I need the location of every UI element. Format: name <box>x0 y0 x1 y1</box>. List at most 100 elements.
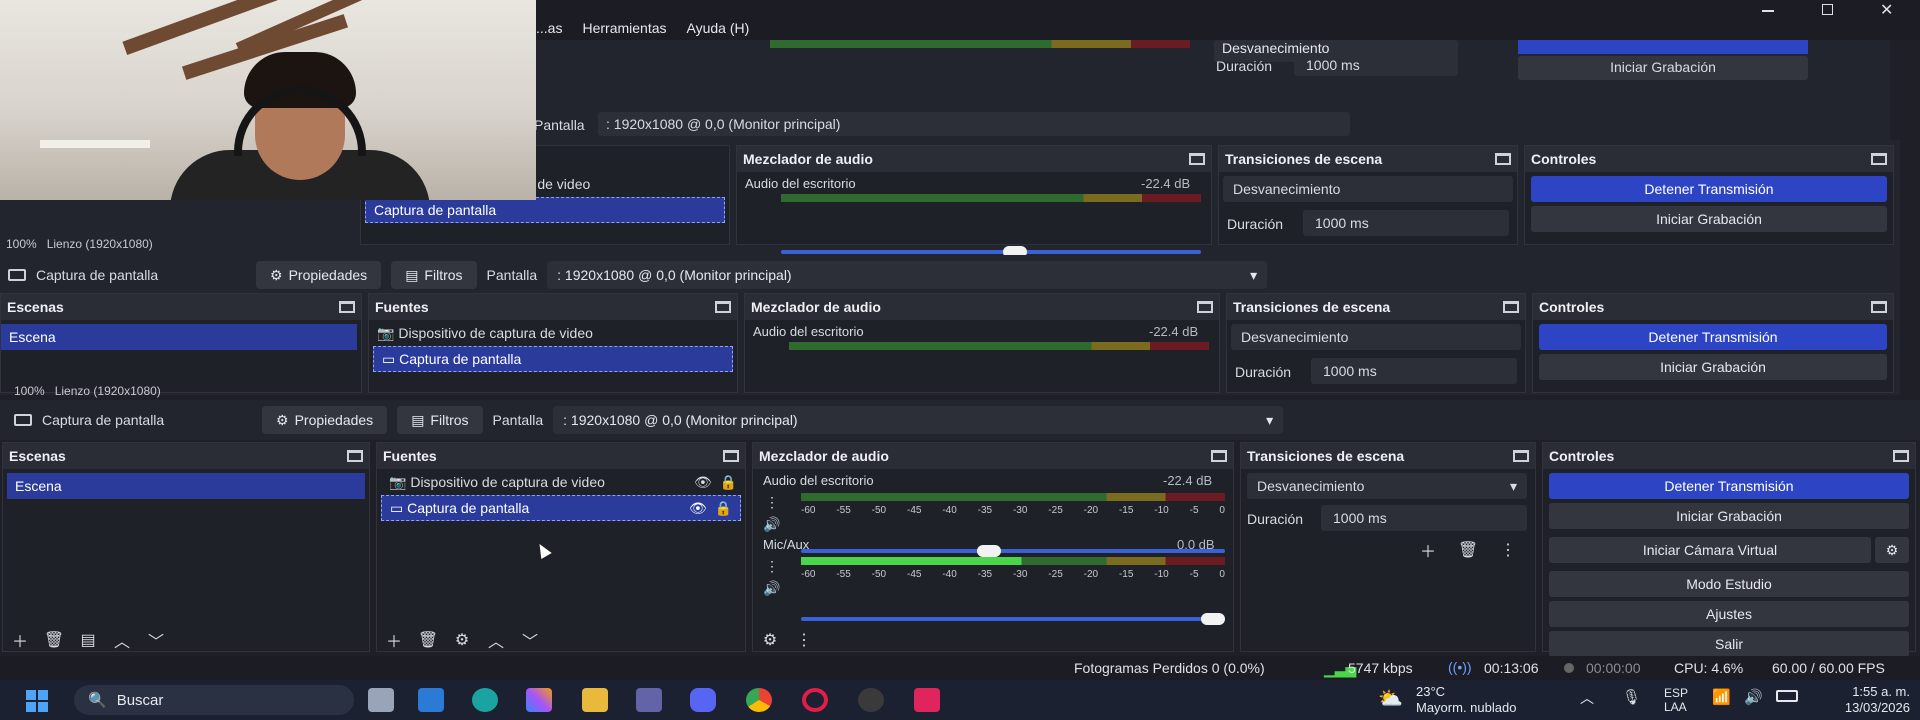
scale-desktop: -60 -55 -50 -45 -40 -35 -30 -25 -20 -15 -10 -5 0 <box>801 505 1225 516</box>
duration-spinbox[interactable]: 1000 ms <box>1321 505 1527 531</box>
start-icon[interactable] <box>26 690 48 712</box>
add-icon[interactable]: ＋ <box>383 629 405 651</box>
speaker-icon[interactable]: 🔊 <box>761 513 783 535</box>
eye-icon[interactable]: 👁 <box>689 500 707 516</box>
advanced-audio-gear-icon[interactable]: ⚙ <box>759 629 781 651</box>
float-icon <box>1189 153 1205 165</box>
transitions-dock-l2: Transiciones de escena Desvanecimiento D… <box>1218 145 1518 245</box>
chevron-up-icon[interactable]: ︿ <box>485 629 507 651</box>
clock-date[interactable]: 13/03/2026 <box>1840 700 1910 715</box>
scale-tick-label: -45 <box>906 505 922 516</box>
meter-desktop <box>801 493 1225 501</box>
scale-tick-label: -20 <box>1083 569 1099 580</box>
sources-dock-l3: Fuentes 📷 Dispositivo de captura de vide… <box>368 293 738 393</box>
chevron-down-icon[interactable]: ﹀ <box>145 629 167 651</box>
taskbar-search[interactable]: 🔍 Buscar <box>74 685 354 715</box>
chevron-down-icon[interactable]: ﹀ <box>519 629 541 651</box>
float-icon[interactable] <box>1211 450 1227 462</box>
start-virtual-cam-button[interactable]: Iniciar Cámara Virtual <box>1549 537 1871 563</box>
menu-item-partial[interactable]: ...as <box>536 20 562 36</box>
lock-icon[interactable]: 🔒 <box>715 500 732 516</box>
float-icon[interactable] <box>723 450 739 462</box>
taskbar-app-icon[interactable] <box>472 688 498 712</box>
filters-button[interactable]: ▤ Filtros <box>397 406 483 434</box>
add-icon[interactable]: ＋ <box>1417 539 1439 561</box>
chevron-up-icon[interactable]: ︿ <box>111 629 133 651</box>
taskbar-app-icon[interactable] <box>526 688 552 712</box>
mixer-dock: Mezclador de audio Audio del escritorio … <box>752 442 1234 652</box>
source-item-video[interactable]: 📷 Dispositivo de captura de video 👁 🔒 <box>377 469 745 495</box>
minimize-icon[interactable] <box>1762 10 1774 12</box>
kebab-menu-icon[interactable]: ⋮ <box>1497 539 1519 561</box>
mixer-footer: ⚙ ⋮ <box>759 629 815 651</box>
volume-slider-mic[interactable] <box>801 613 1225 625</box>
volume-icon[interactable]: 🔊 <box>1744 688 1763 706</box>
transitions-actions: ＋ 🗑 ⋮ <box>1417 539 1519 561</box>
delete-icon[interactable]: 🗑 <box>417 629 439 651</box>
mouse-cursor <box>534 540 552 560</box>
menu-herramientas[interactable]: Herramientas <box>582 20 666 36</box>
menu-ayuda[interactable]: Ayuda (H) <box>687 20 750 36</box>
kebab-menu-icon[interactable]: ⋮ <box>761 555 783 577</box>
close-icon[interactable]: ✕ <box>1880 0 1893 20</box>
clock-time[interactable]: 1:55 a. m. <box>1840 684 1910 699</box>
record-icon <box>1564 663 1574 673</box>
taskbar-app-icon[interactable] <box>636 688 662 712</box>
taskbar-app-icon[interactable] <box>914 688 940 712</box>
opera-icon[interactable] <box>802 688 828 712</box>
lang-bottom[interactable]: LAA <box>1664 700 1687 714</box>
eye-icon[interactable]: 👁 <box>694 474 712 490</box>
scale-tick-label: -30 <box>1012 505 1028 516</box>
camera-icon: 📷 <box>389 473 407 490</box>
delete-icon[interactable]: 🗑 <box>1457 539 1479 561</box>
float-icon[interactable] <box>347 450 363 462</box>
properties-button[interactable]: ⚙ Propiedades <box>262 406 388 434</box>
settings-button[interactable]: Ajustes <box>1549 601 1909 627</box>
stop-stream-btn-l2: Detener Transmisión <box>1531 176 1887 202</box>
add-icon[interactable]: ＋ <box>9 629 31 651</box>
scene-item-escena[interactable]: Escena <box>7 473 365 499</box>
source-item-screen[interactable]: ▭ Captura de pantalla 👁 🔒 <box>381 495 741 521</box>
webcam-overlay <box>0 0 536 200</box>
meter-mic <box>801 557 1225 565</box>
float-icon[interactable] <box>1893 450 1909 462</box>
exit-button[interactable]: Salir <box>1549 631 1909 657</box>
maximize-icon[interactable] <box>1822 4 1833 15</box>
lang-top[interactable]: ESP <box>1664 686 1688 700</box>
virtual-cam-gear-icon[interactable]: ⚙ <box>1875 537 1909 563</box>
microphone-icon[interactable]: 🎙 <box>1622 688 1641 706</box>
taskbar-app-icon[interactable] <box>368 688 394 712</box>
kebab-menu-icon[interactable]: ⋮ <box>793 629 815 651</box>
filter-icon[interactable]: ▤ <box>77 629 99 651</box>
volume-slider-desktop[interactable] <box>801 545 1225 557</box>
gear-icon[interactable]: ⚙ <box>451 629 473 651</box>
slider-knob[interactable] <box>977 545 1001 557</box>
slider-knob[interactable] <box>1201 613 1225 625</box>
kebab-menu-icon[interactable]: ⋮ <box>761 491 783 513</box>
start-record-btn-l3: Iniciar Grabación <box>1539 354 1887 380</box>
discord-icon[interactable] <box>690 688 716 712</box>
stop-stream-button[interactable]: Detener Transmisión <box>1549 473 1909 499</box>
lock-icon[interactable]: 🔒 <box>720 474 737 490</box>
transition-select[interactable]: Desvanecimiento ▾ <box>1247 473 1527 499</box>
start-record-button[interactable]: Iniciar Grabación <box>1549 503 1909 529</box>
float-icon[interactable] <box>1513 450 1529 462</box>
folder-icon[interactable] <box>582 688 608 712</box>
obs-icon[interactable] <box>858 688 884 712</box>
chevron-up-icon[interactable]: ︿ <box>1580 688 1594 708</box>
scale-tick-label: 0 <box>1219 569 1225 580</box>
scenes-dock: Escenas Escena ＋ 🗑 ▤ ︿ ﹀ <box>2 442 370 652</box>
battery-icon[interactable] <box>1776 690 1798 702</box>
delete-icon[interactable]: 🗑 <box>43 629 65 651</box>
speaker-icon[interactable]: 🔊 <box>761 577 783 599</box>
nested-preview-layer-3: Captura de pantalla ⚙ Propiedades ▤ Filt… <box>0 255 1900 395</box>
display-select[interactable]: : 1920x1080 @ 0,0 (Monitor principal) ▾ <box>553 406 1284 434</box>
studio-mode-button[interactable]: Modo Estudio <box>1549 571 1909 597</box>
source-row-l3-video: 📷 Dispositivo de captura de video <box>377 324 593 342</box>
chrome-icon[interactable] <box>746 688 772 712</box>
controls-dock: Controles Detener Transmisión Iniciar Gr… <box>1542 442 1916 657</box>
source-row-l2-screen: Captura de pantalla <box>365 197 725 223</box>
taskbar-app-icon[interactable] <box>418 688 444 712</box>
wifi-icon[interactable]: 📶 <box>1712 688 1731 706</box>
mixer-slider-l2 <box>781 246 1201 258</box>
